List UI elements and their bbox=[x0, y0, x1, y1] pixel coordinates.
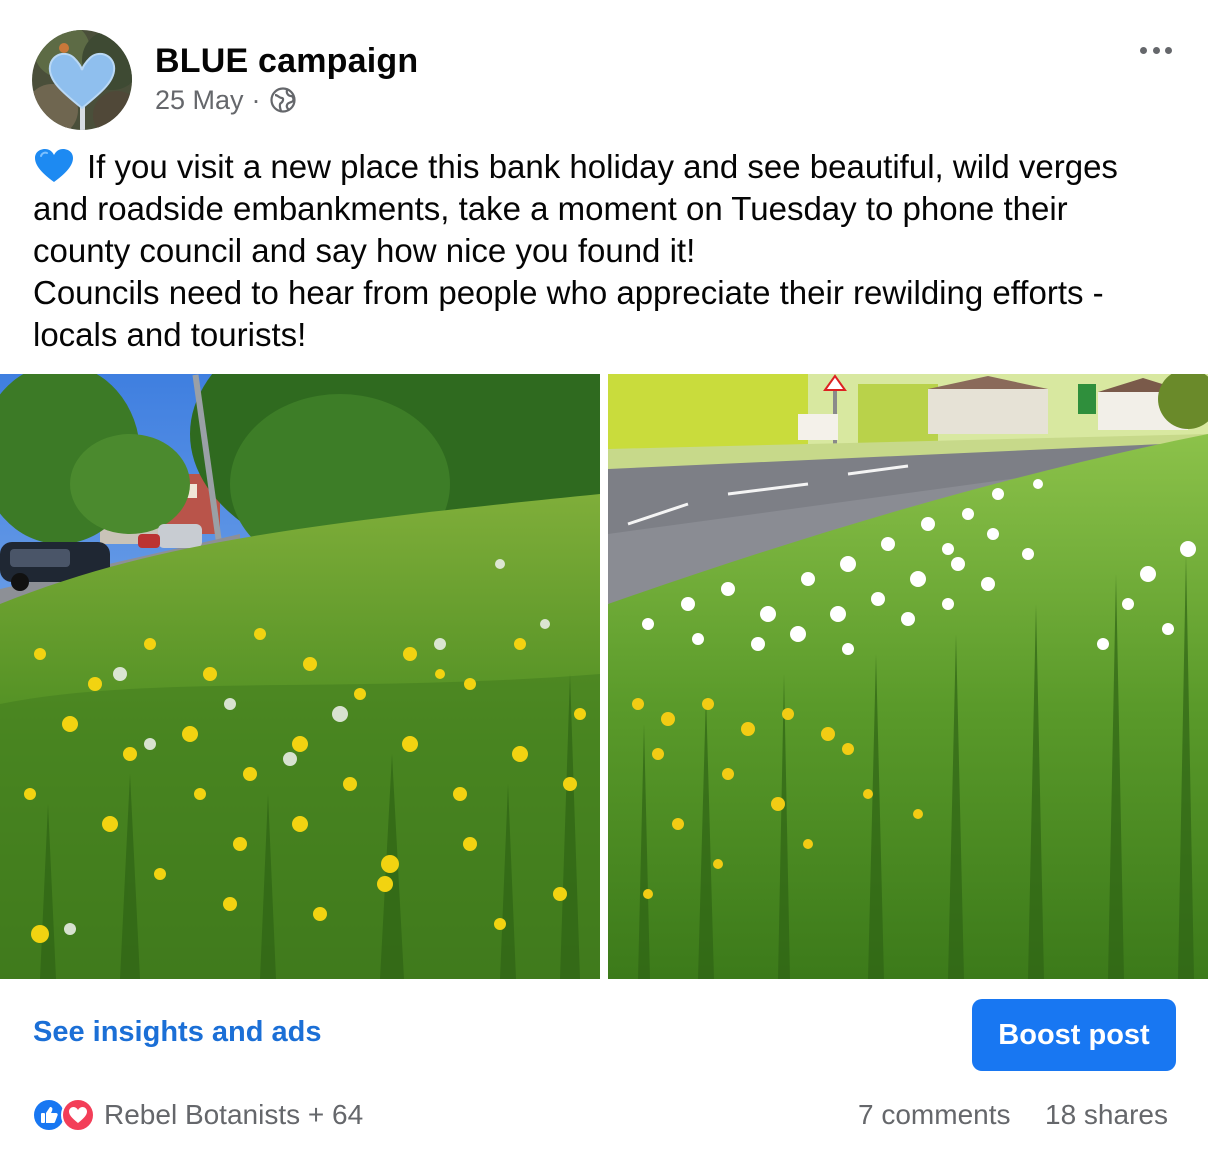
post-meta: 25 May · bbox=[155, 84, 297, 116]
blue-heart-emoji bbox=[33, 148, 75, 184]
dot bbox=[1152, 46, 1160, 54]
comments-count[interactable]: 7 comments bbox=[858, 1099, 1011, 1131]
post-header: BLUE campaign 25 May · bbox=[0, 0, 1208, 140]
post-date[interactable]: 25 May bbox=[155, 85, 244, 116]
meta-separator: · bbox=[251, 84, 261, 115]
boost-post-button[interactable]: Boost post bbox=[972, 999, 1176, 1071]
reaction-icons bbox=[32, 1097, 98, 1133]
dot bbox=[1165, 46, 1172, 54]
globe-icon[interactable] bbox=[269, 86, 297, 114]
see-insights-link[interactable]: See insights and ads bbox=[33, 1016, 321, 1049]
post-text: If you visit a new place this bank holid… bbox=[33, 146, 1173, 356]
reactions-label: Rebel Botanists + 64 bbox=[104, 1099, 364, 1130]
photo-dandelion-verge[interactable] bbox=[0, 374, 600, 979]
reactions-summary[interactable]: Rebel Botanists + 64 bbox=[32, 1096, 363, 1134]
shares-count[interactable]: 18 shares bbox=[1045, 1099, 1168, 1131]
love-icon bbox=[61, 1098, 95, 1132]
photo-daisy-verge[interactable] bbox=[608, 374, 1208, 979]
post-text-line-1: If you visit a new place this bank holid… bbox=[33, 146, 1173, 272]
more-options-icon[interactable] bbox=[1134, 36, 1178, 64]
dot bbox=[1140, 46, 1147, 54]
post-text-line-2: Councils need to hear from people who ap… bbox=[33, 274, 1104, 353]
post-text-body-1: If you visit a new place this bank holid… bbox=[33, 148, 1118, 269]
avatar[interactable] bbox=[32, 30, 132, 130]
author-name[interactable]: BLUE campaign bbox=[155, 42, 418, 81]
